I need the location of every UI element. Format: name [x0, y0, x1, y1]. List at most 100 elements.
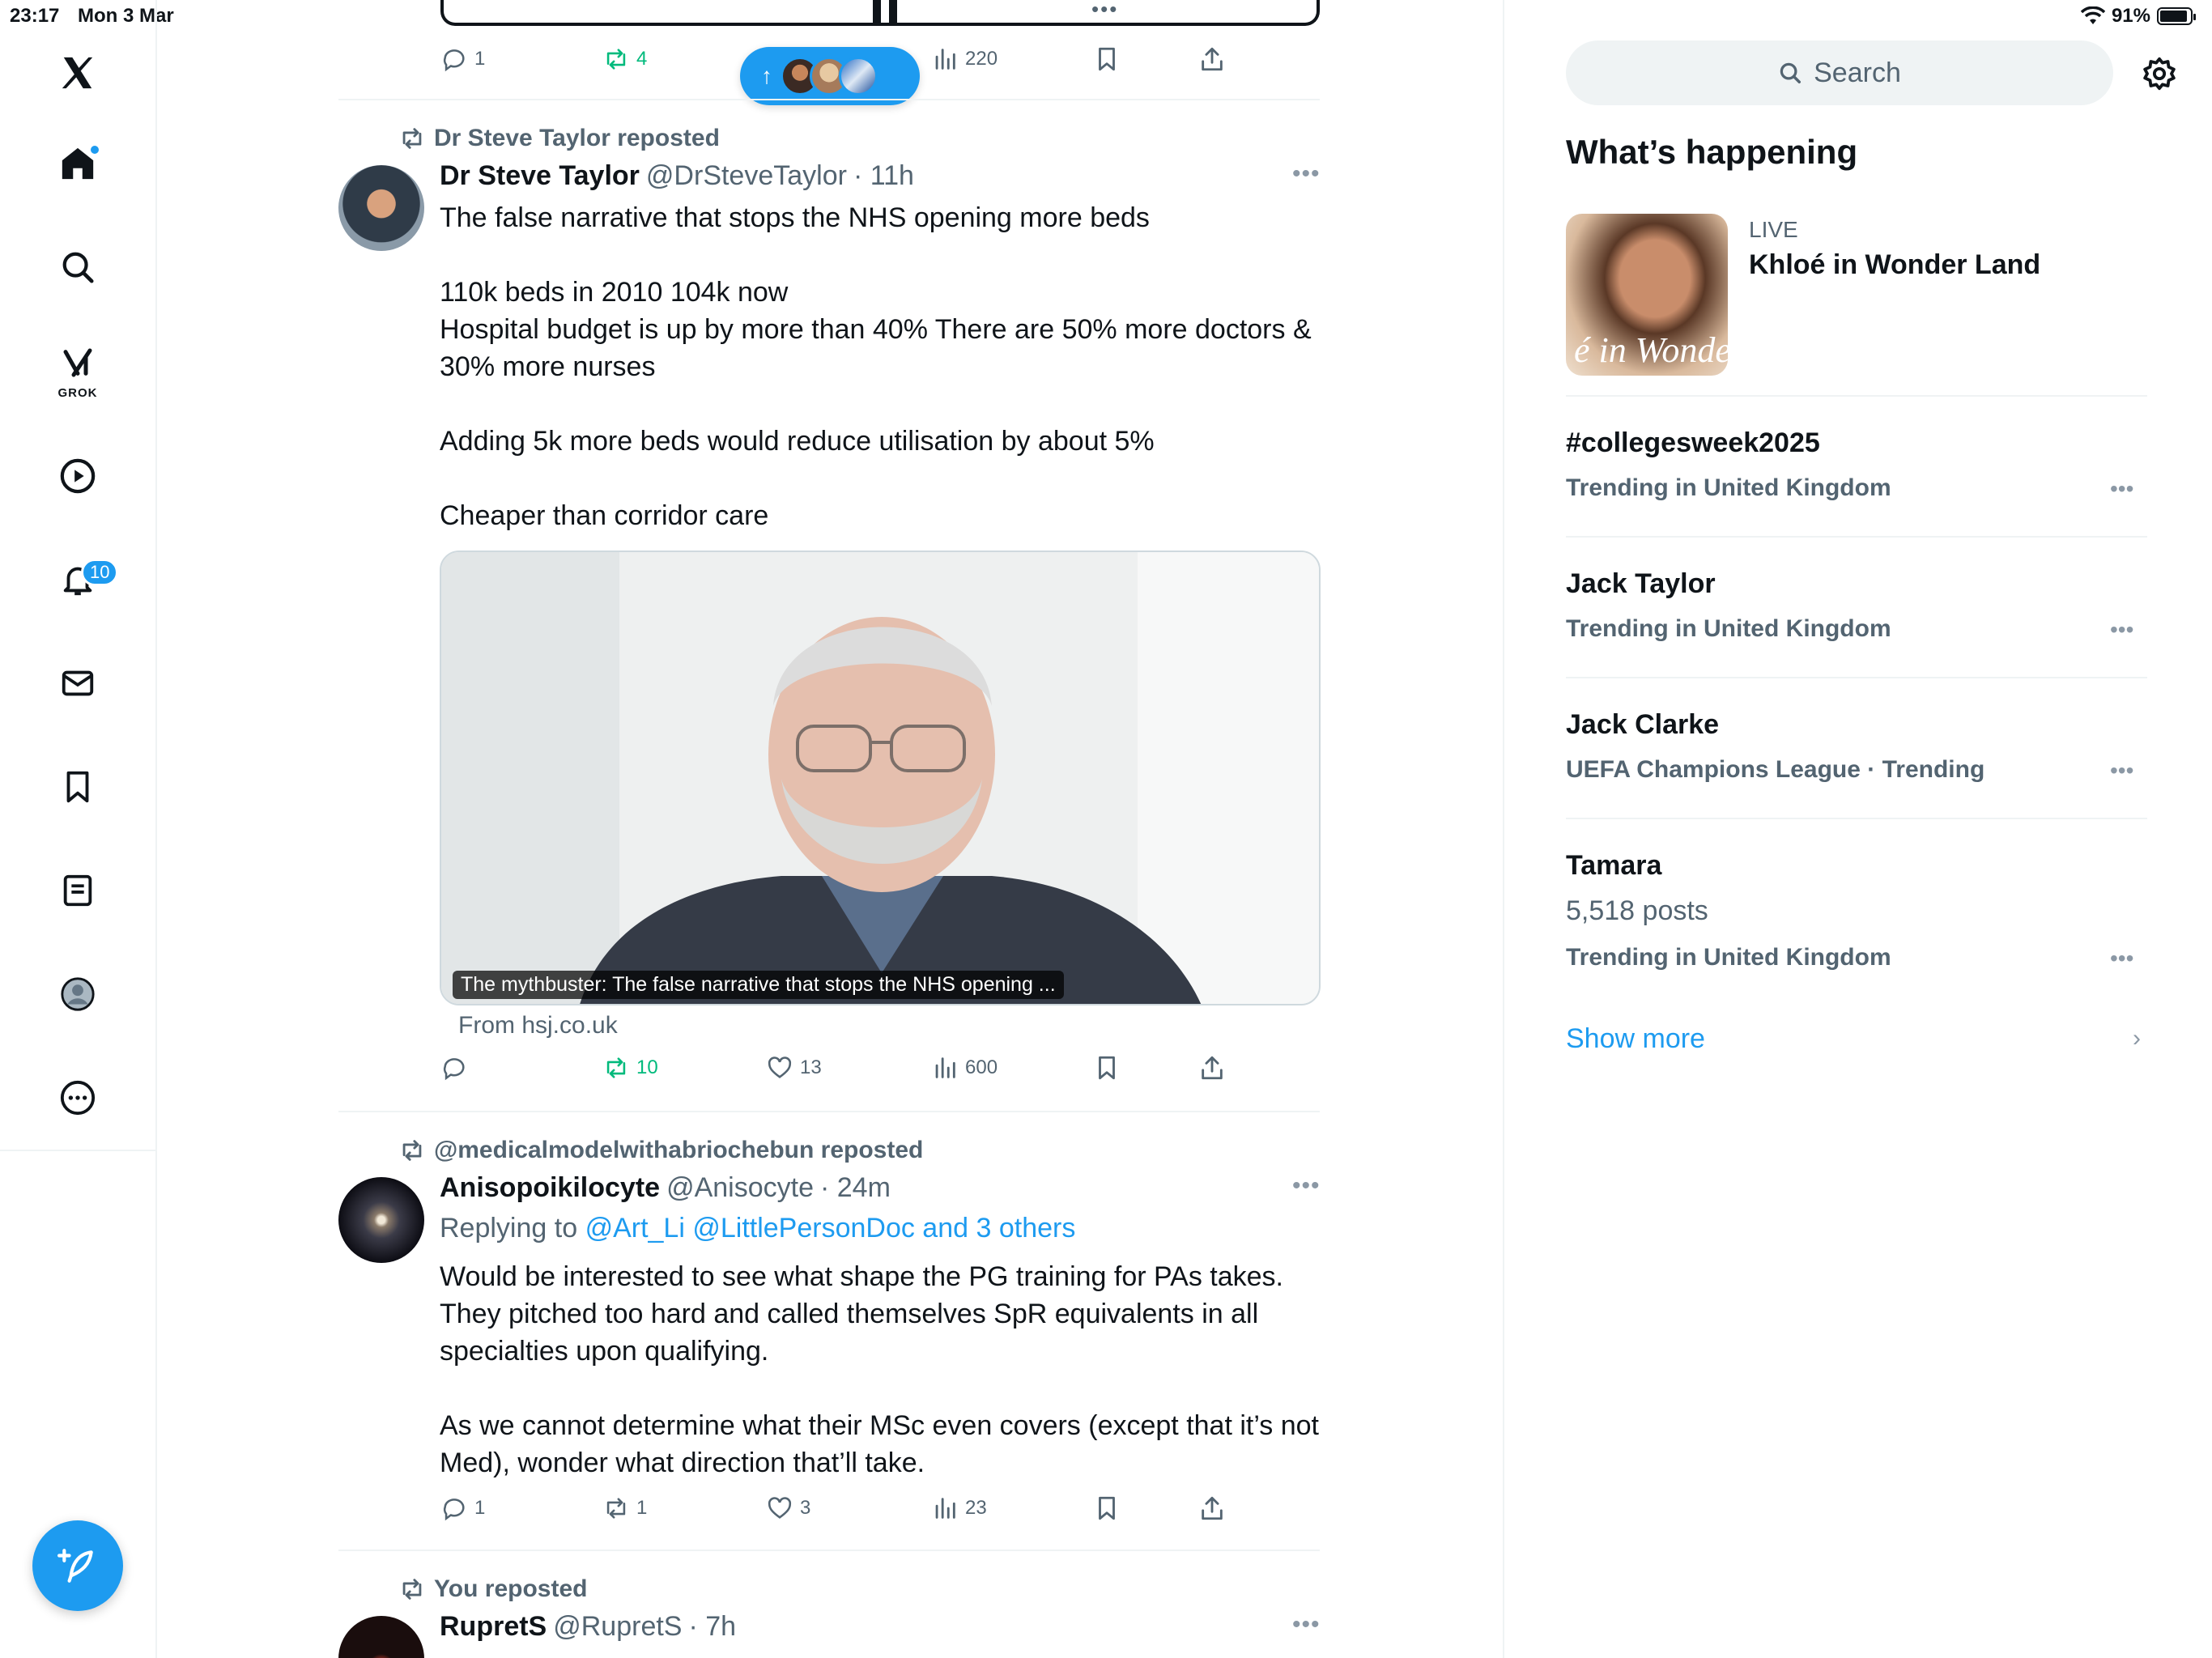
link-card-image[interactable]: The mythbuster: The false narrative that…	[440, 551, 1321, 1005]
author-name[interactable]: RupretS	[440, 1611, 547, 1643]
author-name[interactable]: Dr Steve Taylor	[440, 160, 640, 192]
author-handle[interactable]: @DrSteveTaylor	[646, 160, 847, 192]
bookmark-button[interactable]	[1093, 1054, 1121, 1082]
repost-attribution[interactable]: @medicalmodelwithabriochebun reposted	[398, 1137, 923, 1164]
timeline-feed: ••• 1 4 220 ↑ Dr Steve Taylor reposted D…	[0, 0, 1503, 1658]
repost-icon	[402, 128, 422, 149]
repost-icon	[606, 1498, 626, 1519]
tweet-divider	[338, 99, 1320, 100]
more-options-icon[interactable]: •••	[1292, 1611, 1321, 1639]
search-icon	[1780, 62, 1802, 83]
repost-attribution[interactable]: Dr Steve Taylor reposted	[398, 125, 720, 152]
new-post-avatar	[839, 57, 878, 96]
views-button[interactable]: 600	[931, 1054, 998, 1082]
reply-button[interactable]: 1	[440, 1494, 485, 1522]
card-source[interactable]: From hsj.co.uk	[458, 1012, 618, 1039]
trend-title: Jack Clarke	[1566, 709, 1720, 740]
repost-attribution-text: Dr Steve Taylor reposted	[434, 125, 720, 151]
analytics-icon	[935, 1057, 955, 1078]
author-handle[interactable]: @RupretS	[553, 1611, 682, 1643]
share-button[interactable]	[1198, 1494, 1226, 1522]
arrow-up-icon: ↑	[761, 63, 772, 88]
trend-title: Tamara	[1566, 850, 1662, 881]
repost-icon	[402, 1140, 422, 1161]
reply-button[interactable]: 1	[440, 45, 485, 73]
divider	[1566, 677, 2147, 678]
gear-icon[interactable]	[2141, 55, 2178, 92]
views-button[interactable]: 220	[931, 45, 998, 73]
author-handle[interactable]: @Anisocyte	[666, 1172, 814, 1204]
bookmark-button[interactable]	[1093, 45, 1121, 73]
bookmark-icon	[1099, 1056, 1115, 1080]
heart-icon	[768, 1497, 792, 1519]
card-caption: The mythbuster: The false narrative that…	[453, 971, 1064, 999]
share-button[interactable]	[1198, 1054, 1226, 1082]
divider	[1566, 818, 2147, 819]
previous-tweet-media[interactable]: •••	[440, 0, 1320, 26]
new-posts-pill[interactable]: ↑	[740, 47, 920, 105]
chevron-right-icon: ›	[2133, 1025, 2141, 1052]
more-options-icon[interactable]: •••	[1292, 1172, 1321, 1200]
views-count: 23	[965, 1497, 987, 1519]
section-title: What’s happening	[1566, 133, 1858, 171]
tweet-text: The false narrative that stops the NHS o…	[440, 202, 1312, 531]
more-options-icon[interactable]: •••	[1292, 160, 1321, 188]
show-more-link[interactable]: Show more	[1566, 1023, 1705, 1055]
heart-icon	[768, 1056, 792, 1078]
more-options-icon[interactable]: •••	[2110, 476, 2133, 502]
avatar[interactable]	[338, 1616, 424, 1658]
like-count: 13	[800, 1056, 822, 1078]
reply-icon	[443, 1499, 465, 1521]
share-icon	[1202, 47, 1223, 71]
thumbnail-text: é in Wonder l	[1574, 330, 1728, 370]
more-options-icon[interactable]: •••	[2110, 617, 2133, 643]
repost-icon	[402, 1579, 422, 1600]
author-name[interactable]: Anisopoikilocyte	[440, 1172, 660, 1204]
share-icon	[1202, 1056, 1223, 1080]
trend-context: Trending in United Kingdom	[1566, 474, 1891, 501]
trend-context: UEFA Champions League · Trending	[1566, 756, 1985, 783]
tweet-time[interactable]: · 7h	[688, 1611, 736, 1643]
bookmark-button[interactable]	[1093, 1494, 1121, 1522]
repost-count: 1	[636, 1497, 648, 1519]
portrait-photo	[441, 552, 1319, 1004]
reply-count: 1	[474, 48, 486, 70]
like-button[interactable]: 13	[766, 1054, 822, 1082]
search-input[interactable]: Search	[1566, 40, 2113, 105]
repost-count: 4	[636, 48, 648, 70]
share-icon	[1202, 1496, 1223, 1520]
repost-button[interactable]: 1	[602, 1494, 647, 1522]
divider	[1566, 536, 2147, 538]
bookmark-icon	[1099, 47, 1115, 71]
tweet-time[interactable]: · 11h	[853, 160, 914, 192]
repost-icon	[606, 49, 626, 70]
reply-button[interactable]	[440, 1054, 468, 1082]
views-button[interactable]: 23	[931, 1494, 987, 1522]
tweet-header: Dr Steve Taylor @DrSteveTaylor · 11h	[440, 160, 914, 192]
divider	[1566, 395, 2147, 397]
replying-to-prefix: Replying to	[440, 1213, 578, 1244]
repost-attribution[interactable]: You reposted	[398, 1575, 587, 1603]
like-count: 3	[800, 1497, 811, 1519]
live-event-title[interactable]: Khloé in Wonder Land	[1749, 249, 2040, 281]
bookmark-icon	[1099, 1496, 1115, 1520]
right-sidebar: Search What’s happening é in Wonder l LI…	[1503, 0, 2212, 1658]
live-event-thumbnail[interactable]: é in Wonder l	[1566, 214, 1728, 376]
avatar[interactable]	[338, 165, 424, 251]
more-options-icon[interactable]: •••	[2110, 946, 2133, 971]
trend-title: #collegesweek2025	[1566, 427, 1820, 458]
more-options-icon[interactable]: •••	[2110, 758, 2133, 784]
tweet-divider	[338, 1111, 1320, 1112]
repost-button[interactable]: 4	[602, 45, 647, 73]
like-button[interactable]: 3	[766, 1494, 810, 1522]
tweet-time[interactable]: · 24m	[820, 1172, 891, 1204]
share-button[interactable]	[1198, 45, 1226, 73]
repost-button[interactable]: 10	[602, 1054, 658, 1082]
replying-to-links[interactable]: @Art_Li @LittlePersonDoc and 3 others	[585, 1213, 1076, 1244]
avatar[interactable]	[338, 1177, 424, 1263]
views-count: 220	[965, 48, 998, 70]
media-pager-dots: •••	[1091, 0, 1119, 21]
views-count: 600	[965, 1056, 998, 1078]
live-label: LIVE	[1749, 217, 1798, 242]
trend-title: Jack Taylor	[1566, 568, 1716, 599]
